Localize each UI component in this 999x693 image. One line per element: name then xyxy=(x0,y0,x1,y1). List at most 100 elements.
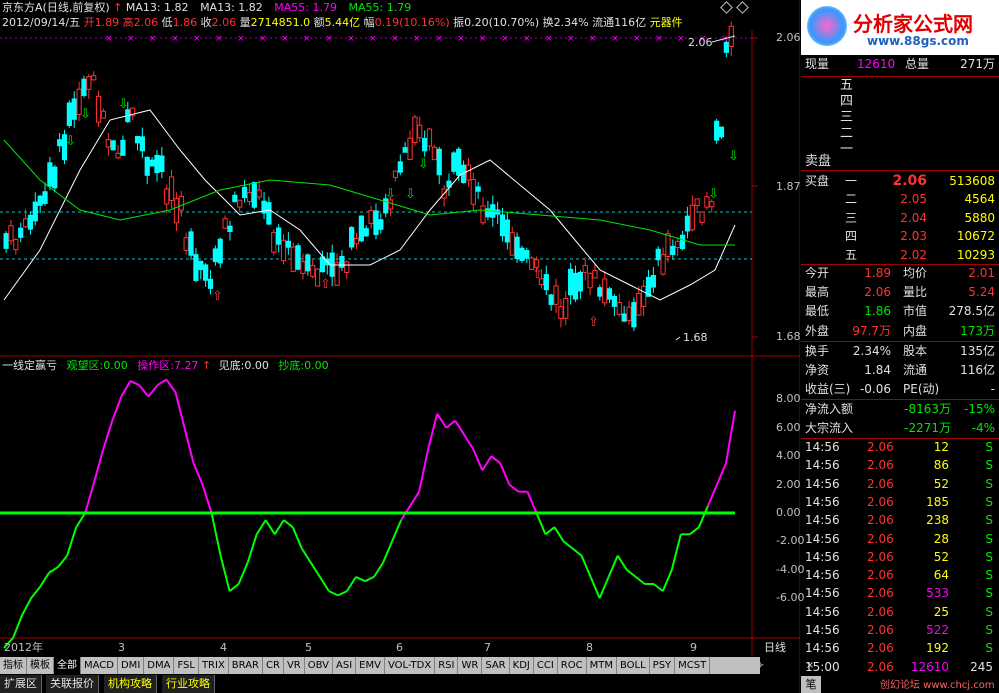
candle-body xyxy=(139,136,145,152)
candle-body xyxy=(597,287,603,297)
tab-dmi[interactable]: DMI xyxy=(118,657,145,674)
osc-segment xyxy=(48,566,59,574)
buy-row[interactable]: 二 2.05 4564 xyxy=(801,190,999,209)
stat-l2: PE(动) xyxy=(903,382,940,397)
flow-l: 大宗流入 xyxy=(805,421,854,435)
candle-body xyxy=(27,214,34,230)
tab-vol-tdx[interactable]: VOL-TDX xyxy=(385,657,436,674)
signal-x-mark: × xyxy=(259,34,267,44)
candle-body xyxy=(485,208,491,218)
tick-t: 14:56 xyxy=(805,623,840,637)
tab-sar[interactable]: SAR xyxy=(482,657,510,674)
candle-body xyxy=(412,116,418,143)
buy-price: 2.05 xyxy=(900,192,927,207)
candle-body xyxy=(553,285,559,305)
tab-rsi[interactable]: RSI xyxy=(435,657,459,674)
osc-segment xyxy=(661,569,673,592)
stat-v1: 2.06 xyxy=(864,285,891,300)
tab-asi[interactable]: ASI xyxy=(333,657,357,674)
candle-body xyxy=(499,214,506,237)
tick-s: S xyxy=(985,586,993,601)
tick-p: 2.06 xyxy=(867,604,894,619)
y-label-top: 2.06 xyxy=(776,31,801,44)
signal-x-mark: × xyxy=(391,34,399,44)
tab2-3[interactable]: 行业攻略 xyxy=(162,675,215,693)
tab-cci[interactable]: CCI xyxy=(534,657,558,674)
tab-kdj[interactable]: KDJ xyxy=(510,657,534,674)
candle-body xyxy=(232,194,238,203)
osc-segment xyxy=(138,384,150,398)
candle-body xyxy=(650,274,656,288)
indicator-name[interactable]: 一线定赢亏 xyxy=(2,359,57,372)
tab2-0[interactable]: 扩展区 xyxy=(0,675,42,693)
stat-row: 收益(三) -0.06 PE(动) - xyxy=(801,380,999,399)
candle-body xyxy=(475,186,481,192)
tab-macd[interactable]: MACD xyxy=(81,657,118,674)
tick-p: 2.06 xyxy=(867,440,894,454)
buy-price: 2.06 xyxy=(892,173,927,189)
period-label[interactable]: 日线 xyxy=(764,641,786,655)
signal-x-mark: × xyxy=(369,34,377,44)
buy-row[interactable]: 买盘 一 2.06 513608 xyxy=(801,172,999,191)
tab-brar[interactable]: BRAR xyxy=(229,657,263,674)
candle-body xyxy=(203,264,209,281)
candle-body xyxy=(207,278,214,289)
osc-segment xyxy=(635,576,646,585)
candle-body xyxy=(655,248,661,261)
buy-row[interactable]: 五 2.02 10293 xyxy=(801,246,999,265)
osc-segment xyxy=(391,519,403,542)
tab-wr[interactable]: WR xyxy=(458,657,483,674)
logo-area: 分析家公式网 www.88gs.com xyxy=(801,0,999,55)
tab-模板[interactable]: 模板 xyxy=(27,657,54,674)
candle-body xyxy=(149,159,155,167)
tab-bi[interactable]: 笔 xyxy=(801,676,821,693)
zongliang-label: 总量 xyxy=(905,57,930,71)
candle-body xyxy=(42,191,48,204)
candle-body xyxy=(592,269,598,279)
x-axis-label: 5 xyxy=(305,641,312,654)
logo-title: 分析家公式网 xyxy=(853,12,973,36)
tab-全部[interactable]: 全部 xyxy=(54,657,81,674)
osc-segment xyxy=(553,526,565,542)
tick-p: 2.06 xyxy=(867,458,894,473)
tab-指标[interactable]: 指标 xyxy=(0,657,27,674)
tick-p: 2.06 xyxy=(867,586,894,601)
tick-t: 14:56 xyxy=(805,494,840,509)
x-axis-label: 6 xyxy=(396,641,403,654)
osc-segment xyxy=(102,420,114,450)
tick-p: 2.06 xyxy=(867,476,894,491)
stat-row: 最高 2.06 量比 5.24 xyxy=(801,283,999,302)
tab-dma[interactable]: DMA xyxy=(144,657,175,674)
flow-v: -2271万 xyxy=(904,421,951,435)
tab-boll[interactable]: BOLL xyxy=(617,657,650,674)
signal-x-mark: × xyxy=(589,34,597,44)
tab-obv[interactable]: OBV xyxy=(305,657,333,674)
candle-body xyxy=(392,170,399,178)
tab-fsl[interactable]: FSL xyxy=(174,657,199,674)
tab-vr[interactable]: VR xyxy=(284,657,305,674)
tab-psy[interactable]: PSY xyxy=(650,657,676,674)
buy-row[interactable]: 三 2.04 5880 xyxy=(801,209,999,228)
tab-trix[interactable]: TRIX xyxy=(199,657,229,674)
osc-segment xyxy=(120,380,132,398)
tick-row: 14:56 2.06 86 S xyxy=(801,456,999,475)
tab-roc[interactable]: ROC xyxy=(558,657,587,674)
tab2-2[interactable]: 机构攻略 xyxy=(104,675,157,693)
tab-emv[interactable]: EMV xyxy=(356,657,385,674)
candle-body xyxy=(3,233,9,249)
signal-x-mark: × xyxy=(215,34,223,44)
candle-body xyxy=(349,226,355,248)
candle-body xyxy=(606,288,613,300)
tab-cr[interactable]: CR xyxy=(263,657,284,674)
candle-body xyxy=(353,237,360,245)
buy-volume: 5880 xyxy=(964,210,995,225)
tab-mcst[interactable]: MCST xyxy=(675,657,711,674)
osc-segment xyxy=(219,555,231,592)
tab2-1[interactable]: 关联报价 xyxy=(46,675,99,693)
signal-x-mark: × xyxy=(149,34,157,44)
tick-t: 14:56 xyxy=(805,641,840,656)
buy-row[interactable]: 四 2.03 10672 xyxy=(801,227,999,246)
tab-mtm[interactable]: MTM xyxy=(587,657,617,674)
tick-v: 12 xyxy=(933,440,949,454)
osc-segment xyxy=(237,562,249,585)
